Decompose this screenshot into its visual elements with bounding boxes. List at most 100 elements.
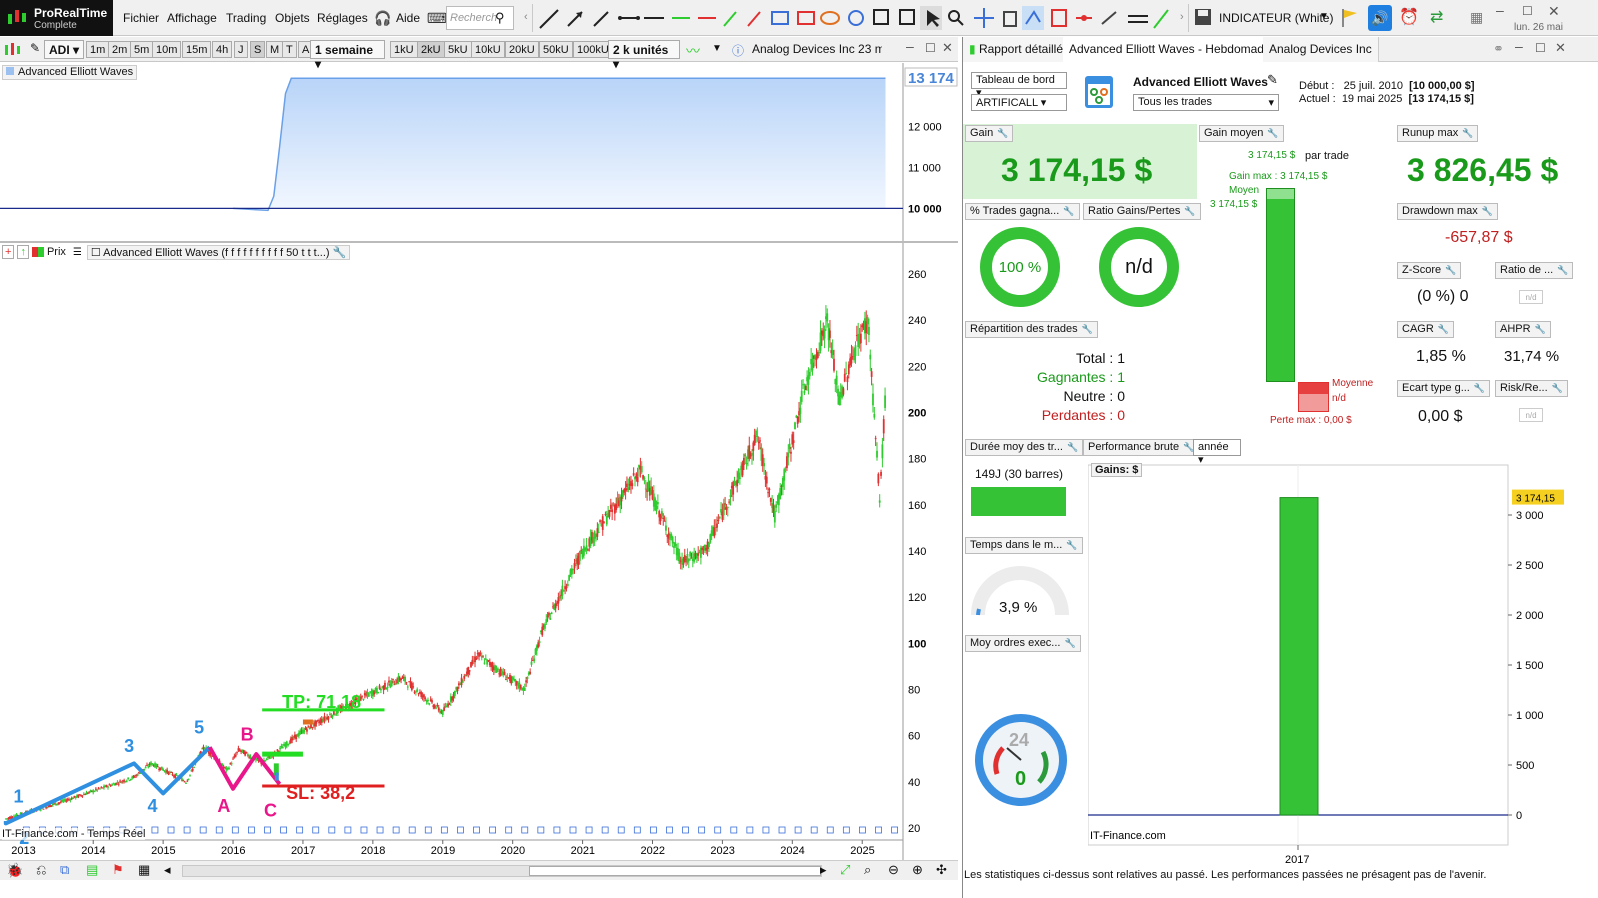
units-button[interactable]: 5kU xyxy=(444,41,472,58)
equity-chart[interactable]: 12 000 11 000 10 000 13 174 xyxy=(0,63,958,241)
maximize-icon[interactable]: ☐ xyxy=(925,41,936,55)
period-select[interactable]: 1 semaine ▾ xyxy=(310,40,385,71)
indicator-menu[interactable]: INDICATEUR (White) xyxy=(1219,11,1333,25)
scroll-left-icon[interactable]: ‹ xyxy=(524,11,528,23)
indicator-icon[interactable]: 〰 xyxy=(686,41,700,61)
speaker-icon[interactable]: 🔊 xyxy=(1368,5,1392,31)
timeframe-button[interactable]: T xyxy=(282,41,297,58)
menu-aide[interactable]: Aide xyxy=(396,11,420,25)
cagr-label[interactable]: CAGR 🔧 xyxy=(1397,321,1454,338)
maximize-icon[interactable]: ☐ xyxy=(1535,41,1546,55)
view-select[interactable]: Tableau de bord ▾ xyxy=(971,72,1067,99)
grid-icon[interactable]: ▦ xyxy=(1470,9,1483,26)
zscore-label[interactable]: Z-Score 🔧 xyxy=(1397,262,1462,279)
link-icon[interactable]: ⚭ xyxy=(1493,41,1504,57)
expand-icon[interactable]: ↑ xyxy=(17,245,29,259)
units-button[interactable]: 50kU xyxy=(539,41,573,58)
zoom-fit-icon[interactable]: ⤢ xyxy=(840,862,850,878)
perf-chart[interactable]: 3 000 2 500 2 000 1 500 1 000 500 0 3 174,15 IT-… xyxy=(1088,460,1568,870)
trades-select[interactable]: Tous les trades ▾ xyxy=(1133,94,1279,111)
keyboard-icon[interactable]: ⌨ xyxy=(426,7,448,29)
close-icon[interactable]: ✕ xyxy=(1548,3,1560,20)
units-button[interactable]: 100kU xyxy=(573,41,613,58)
gain-moyen-label[interactable]: Gain moyen 🔧 xyxy=(1199,125,1284,142)
list-icon[interactable]: ☰ xyxy=(73,247,82,258)
chart-type-icon[interactable] xyxy=(3,42,23,57)
menu-affichage[interactable]: Affichage xyxy=(167,11,217,25)
menu-objets[interactable]: Objets xyxy=(275,11,310,25)
drawdown-label[interactable]: Drawdown max 🔧 xyxy=(1397,203,1499,220)
headset-icon[interactable]: 🎧 xyxy=(372,7,394,29)
chevron-down-icon[interactable]: ▼ xyxy=(712,43,722,54)
zoom-in-icon[interactable]: ⊕ xyxy=(912,862,923,878)
repartition-label[interactable]: Répartition des trades 🔧 xyxy=(965,321,1098,338)
equity-legend[interactable]: Advanced Elliott Waves xyxy=(2,65,138,80)
units-select[interactable]: 2 k unités ▾ xyxy=(608,40,680,71)
tab-strategy[interactable]: Advanced Elliott Waves - Hebdomadaire xyxy=(1063,37,1291,62)
menu-reglages[interactable]: Réglages xyxy=(317,11,368,25)
grid-icon[interactable]: ▦ xyxy=(138,862,150,878)
timeframe-button[interactable]: M xyxy=(266,41,284,58)
menu-fichier[interactable]: Fichier xyxy=(123,11,159,25)
units-button[interactable]: 20kU xyxy=(505,41,539,58)
moy-ordres-label[interactable]: Moy ordres exec... 🔧 xyxy=(965,635,1081,652)
timeframe-button[interactable]: 10m xyxy=(152,41,182,58)
minimize-icon[interactable]: – xyxy=(906,38,914,54)
pen-icon[interactable]: ✎ xyxy=(30,41,40,55)
scroll-right-icon[interactable]: ▸ xyxy=(820,862,827,878)
zoom-out-icon[interactable]: ⊖ xyxy=(888,862,899,878)
tool-icon[interactable]: ⎌ xyxy=(36,862,46,878)
close-icon[interactable]: ✕ xyxy=(942,40,953,56)
units-button[interactable]: 1kU xyxy=(390,41,418,58)
bug-icon[interactable]: 🐞 xyxy=(6,862,23,879)
add-alert-icon[interactable]: ⏰ xyxy=(1399,7,1419,27)
chart-add-icon[interactable]: ▤ xyxy=(86,862,98,878)
units-button[interactable]: 10kU xyxy=(471,41,505,58)
price-chart[interactable]: 260 240 220 200 180 160 140 120 100 80 60 40 2020 1 3 2… xyxy=(0,243,958,860)
risk-label[interactable]: Risk/Re... 🔧 xyxy=(1495,380,1568,397)
save-icon[interactable] xyxy=(1194,8,1212,26)
ahpr-label[interactable]: AHPR 🔧 xyxy=(1495,321,1551,338)
close-icon[interactable]: ✕ xyxy=(1555,40,1566,56)
collapse-icon[interactable]: + xyxy=(2,245,15,259)
pct-trades-label[interactable]: % Trades gagna... 🔧 xyxy=(965,203,1080,220)
ratio-de-label[interactable]: Ratio de ... 🔧 xyxy=(1495,262,1574,279)
scroll-right-icon[interactable]: › xyxy=(1180,11,1184,23)
account-select[interactable]: ARTIFICALL ▾ xyxy=(971,94,1067,111)
edit-icon[interactable]: ✎ xyxy=(1267,72,1278,88)
minimize-icon[interactable]: – xyxy=(1496,2,1504,18)
units-button[interactable]: 2kU xyxy=(417,41,445,58)
timeframe-button[interactable]: 15m xyxy=(182,41,212,58)
report-app-icon[interactable] xyxy=(1084,75,1114,109)
scrollbar-thumb[interactable] xyxy=(529,866,821,876)
timeframe-button[interactable]: 2m xyxy=(108,41,132,58)
timeframe-button[interactable]: J xyxy=(234,41,248,58)
price-legend-label[interactable]: Prix xyxy=(47,246,66,258)
timeframe-button[interactable]: 5m xyxy=(130,41,154,58)
chevron-down-icon[interactable]: ▼ xyxy=(1319,11,1329,22)
perf-period-select[interactable]: année ▾ xyxy=(1193,439,1241,466)
tab-symbol[interactable]: Analog Devices Inc xyxy=(1263,37,1379,62)
minimize-icon[interactable]: – xyxy=(1515,38,1523,54)
timeframe-button[interactable]: S xyxy=(250,41,266,58)
indicator-legend[interactable]: ☐ Advanced Elliott Waves (f f f f f f f … xyxy=(86,244,351,260)
menu-trading[interactable]: Trading xyxy=(226,11,266,25)
perf-label[interactable]: Performance brute 🔧 xyxy=(1083,439,1200,456)
flag-icon[interactable] xyxy=(1340,8,1358,28)
scrollbar[interactable] xyxy=(182,865,822,877)
sync-icon[interactable]: ⇄ xyxy=(1430,7,1443,27)
runup-label[interactable]: Runup max 🔧 xyxy=(1397,125,1479,142)
search-icon[interactable]: ⚲ xyxy=(495,10,505,26)
gain-label[interactable]: Gain 🔧 xyxy=(965,125,1014,142)
tab-rapport[interactable]: ▮ Rapport détaillé xyxy=(963,37,1071,62)
ecart-label[interactable]: Ecart type g... 🔧 xyxy=(1397,380,1491,397)
layout-icon[interactable]: ⧉ xyxy=(60,862,69,878)
alert-icon[interactable]: ⚑ xyxy=(112,862,124,878)
drawing-tools[interactable] xyxy=(536,4,1176,32)
duree-label[interactable]: Durée moy des tr... 🔧 xyxy=(965,439,1084,456)
info-icon[interactable]: ⓘ xyxy=(732,42,744,59)
timeframe-button[interactable]: 4h xyxy=(212,41,233,58)
settings-icon[interactable]: ✣ xyxy=(936,862,947,878)
timeframe-button[interactable]: 1m xyxy=(86,41,110,58)
temps-label[interactable]: Temps dans le m... 🔧 xyxy=(965,537,1083,554)
